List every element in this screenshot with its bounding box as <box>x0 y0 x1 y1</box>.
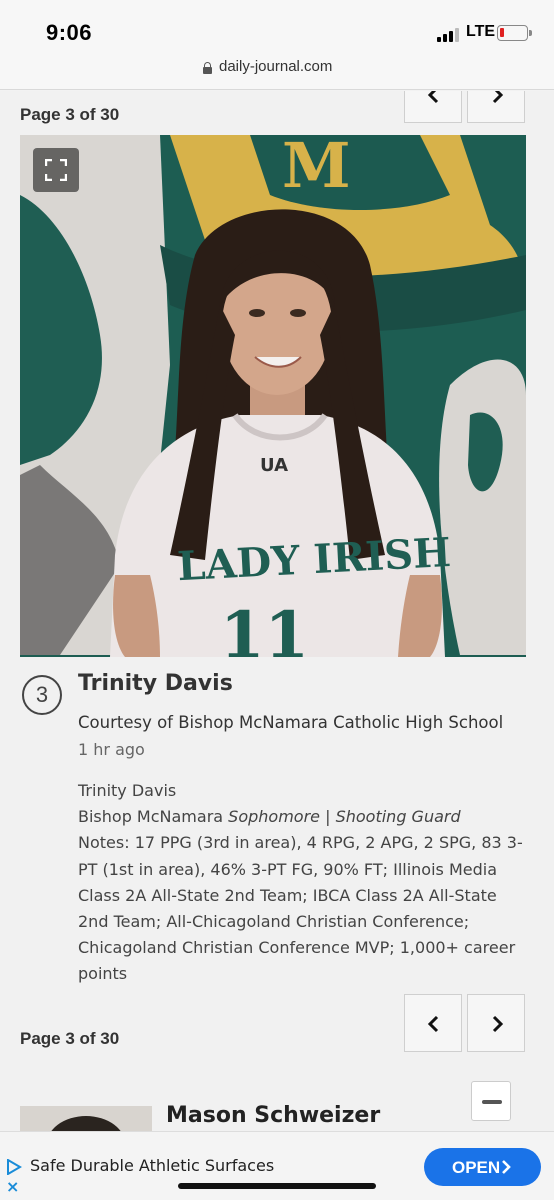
battery-icon <box>497 25 532 41</box>
photo-credit: Courtesy of Bishop McNamara Catholic Hig… <box>78 713 504 732</box>
desc-separator: | <box>325 807 331 827</box>
ad-close-icon[interactable]: × <box>6 1179 22 1195</box>
next-thumb-illustration <box>20 1106 152 1131</box>
player-name: Trinity Davis <box>78 671 233 696</box>
address-bar[interactable]: daily-journal.com <box>0 52 554 90</box>
svg-text:UA: UA <box>260 455 288 476</box>
home-indicator[interactable] <box>178 1183 376 1189</box>
chevron-right-icon <box>502 1160 511 1174</box>
player-photo[interactable]: M LADY IRISH 11 UA <box>20 135 526 657</box>
ad-open-label: OPEN <box>452 1158 501 1177</box>
page-indicator-bottom: Page 3 of 30 <box>20 1029 120 1048</box>
minus-icon <box>482 1100 502 1104</box>
article-page: Page 3 of 30 M LADY IRISH 11 UA 3 Trinit… <box>0 91 554 1131</box>
fullscreen-button[interactable] <box>33 148 79 192</box>
chevron-right-icon <box>492 1015 504 1033</box>
next-item-thumbnail[interactable] <box>20 1106 152 1131</box>
chevron-left-icon <box>427 1015 439 1033</box>
chevron-left-icon <box>427 91 439 104</box>
page-indicator-top: Page 3 of 30 <box>20 105 120 124</box>
desc-year: Sophomore <box>228 807 320 827</box>
desc-position: Shooting Guard <box>335 807 461 827</box>
network-label: LTE <box>466 23 496 40</box>
photo-illustration: M LADY IRISH 11 UA <box>20 135 526 657</box>
chevron-right-icon <box>492 91 504 104</box>
collapse-button[interactable] <box>471 1081 511 1121</box>
status-bar: 9:06 LTE <box>0 0 554 52</box>
timestamp: 1 hr ago <box>78 740 145 759</box>
lock-icon <box>203 62 212 74</box>
slide-number-badge: 3 <box>22 675 62 715</box>
url-text[interactable]: daily-journal.com <box>219 58 332 75</box>
desc-school-line: Bishop McNamara Sophomore | Shooting Gua… <box>78 804 528 830</box>
desc-notes: Notes: 17 PPG (3rd in area), 4 RPG, 2 AP… <box>78 833 523 984</box>
player-description: Trinity Davis Bishop McNamara Sophomore … <box>78 778 528 988</box>
desc-name: Trinity Davis <box>78 781 177 800</box>
next-item-name[interactable]: Mason Schweizer <box>166 1103 380 1128</box>
clock: 9:06 <box>46 20 93 45</box>
desc-school: Bishop McNamara <box>78 807 224 827</box>
ad-open-button[interactable]: OPEN <box>424 1148 541 1186</box>
svg-text:11: 11 <box>220 598 309 657</box>
prev-button-bottom[interactable] <box>404 994 462 1052</box>
svg-text:M: M <box>282 135 351 202</box>
next-button-top[interactable] <box>467 91 525 123</box>
next-button-bottom[interactable] <box>467 994 525 1052</box>
prev-button-top[interactable] <box>404 91 462 123</box>
ad-banner[interactable]: × Safe Durable Athletic Surfaces OPEN <box>0 1131 554 1200</box>
ad-choices-icon[interactable] <box>6 1159 22 1175</box>
fullscreen-icon <box>45 159 67 181</box>
signal-icon <box>437 27 461 42</box>
ad-headline[interactable]: Safe Durable Athletic Surfaces <box>30 1156 274 1175</box>
